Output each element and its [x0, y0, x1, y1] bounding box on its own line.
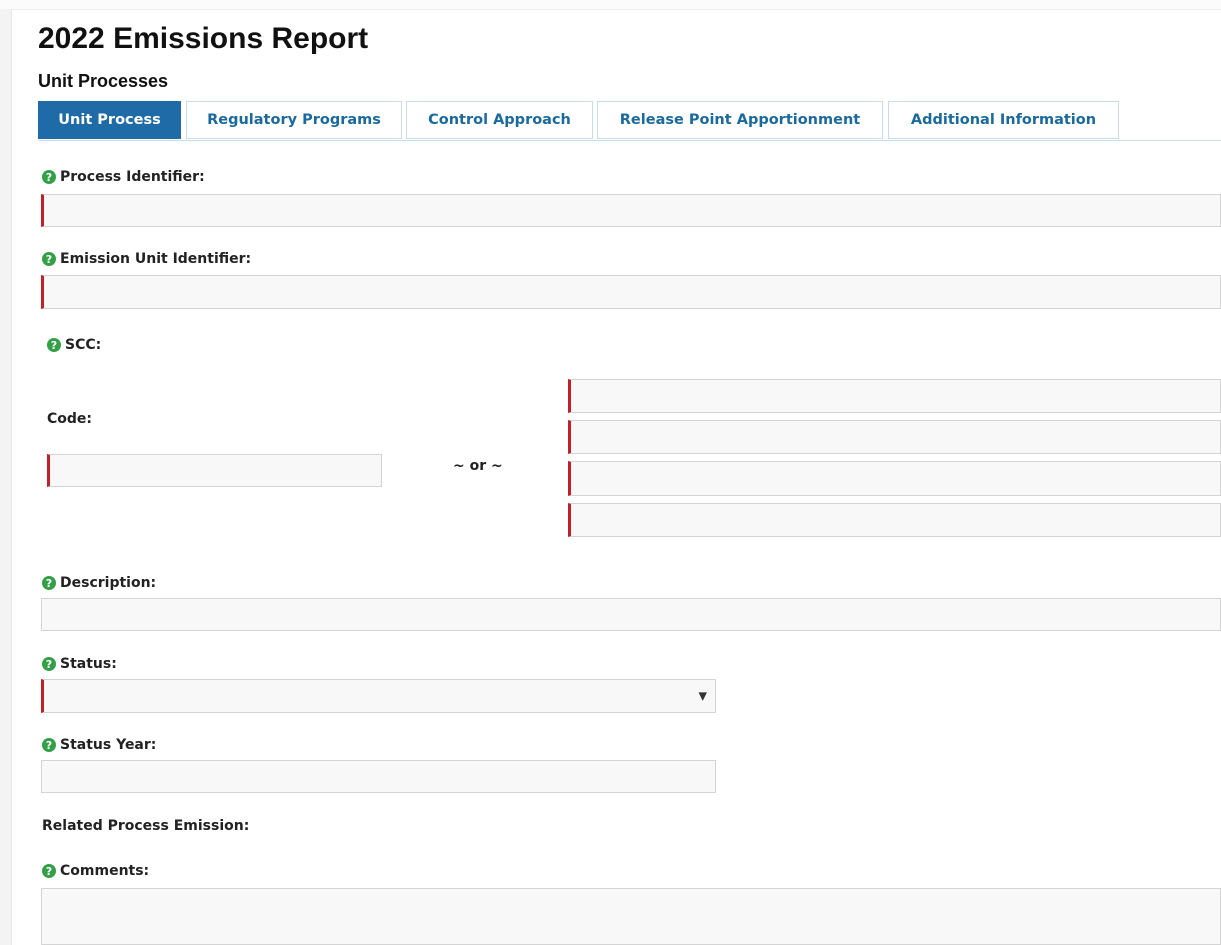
or-separator: ~ or ~ — [453, 458, 503, 474]
emission-unit-identifier-input[interactable] — [41, 275, 1221, 309]
process-identifier-label-text: Process Identifier: — [60, 169, 205, 185]
comments-label: ? Comments: — [42, 863, 149, 879]
help-icon[interactable]: ? — [42, 864, 56, 878]
help-icon[interactable]: ? — [42, 657, 56, 671]
help-icon[interactable]: ? — [47, 338, 61, 352]
tab-unit-process[interactable]: Unit Process — [38, 101, 181, 139]
page-subtitle: Unit Processes — [38, 71, 169, 91]
status-year-input[interactable] — [41, 760, 716, 793]
status-year-label-text: Status Year: — [60, 737, 157, 753]
scc-code-label: Code: — [47, 411, 93, 427]
process-identifier-input[interactable] — [41, 194, 1221, 227]
scc-level-1-input[interactable] — [568, 379, 1221, 413]
help-icon[interactable]: ? — [42, 170, 56, 184]
scc-code-input[interactable] — [47, 454, 382, 487]
emission-unit-identifier-label-text: Emission Unit Identifier: — [60, 251, 252, 267]
help-icon[interactable]: ? — [42, 738, 56, 752]
left-rail — [0, 9, 12, 945]
scc-label-text: SCC: — [65, 337, 102, 353]
tab-additional-information[interactable]: Additional Information — [888, 101, 1119, 139]
top-strip — [0, 0, 1221, 10]
status-label-text: Status: — [60, 656, 117, 672]
help-icon[interactable]: ? — [42, 576, 56, 590]
status-label: ? Status: — [42, 656, 117, 672]
tab-release-point-apportionment[interactable]: Release Point Apportionment — [597, 101, 883, 139]
scc-label: ? SCC: — [47, 337, 101, 353]
comments-textarea[interactable] — [41, 888, 1221, 945]
description-label: ? Description: — [42, 575, 156, 591]
related-process-emission-label: Related Process Emission: — [42, 818, 250, 834]
description-input[interactable] — [41, 598, 1221, 631]
status-year-label: ? Status Year: — [42, 737, 156, 753]
scc-level-2-input[interactable] — [568, 420, 1221, 454]
page-title: 2022 Emissions Report — [38, 22, 369, 55]
emission-unit-identifier-label: ? Emission Unit Identifier: — [42, 251, 251, 267]
description-label-text: Description: — [60, 575, 157, 591]
tab-regulatory-programs[interactable]: Regulatory Programs — [186, 101, 402, 139]
comments-label-text: Comments: — [60, 863, 150, 879]
status-select[interactable]: ▼ — [41, 679, 716, 713]
chevron-down-icon: ▼ — [698, 689, 707, 703]
scc-level-4-input[interactable] — [568, 503, 1221, 537]
scc-level-3-input[interactable] — [568, 461, 1221, 496]
tabs-divider — [38, 140, 1221, 141]
process-identifier-label: ? Process Identifier: — [42, 169, 205, 185]
help-icon[interactable]: ? — [42, 252, 56, 266]
tab-control-approach[interactable]: Control Approach — [406, 101, 593, 139]
